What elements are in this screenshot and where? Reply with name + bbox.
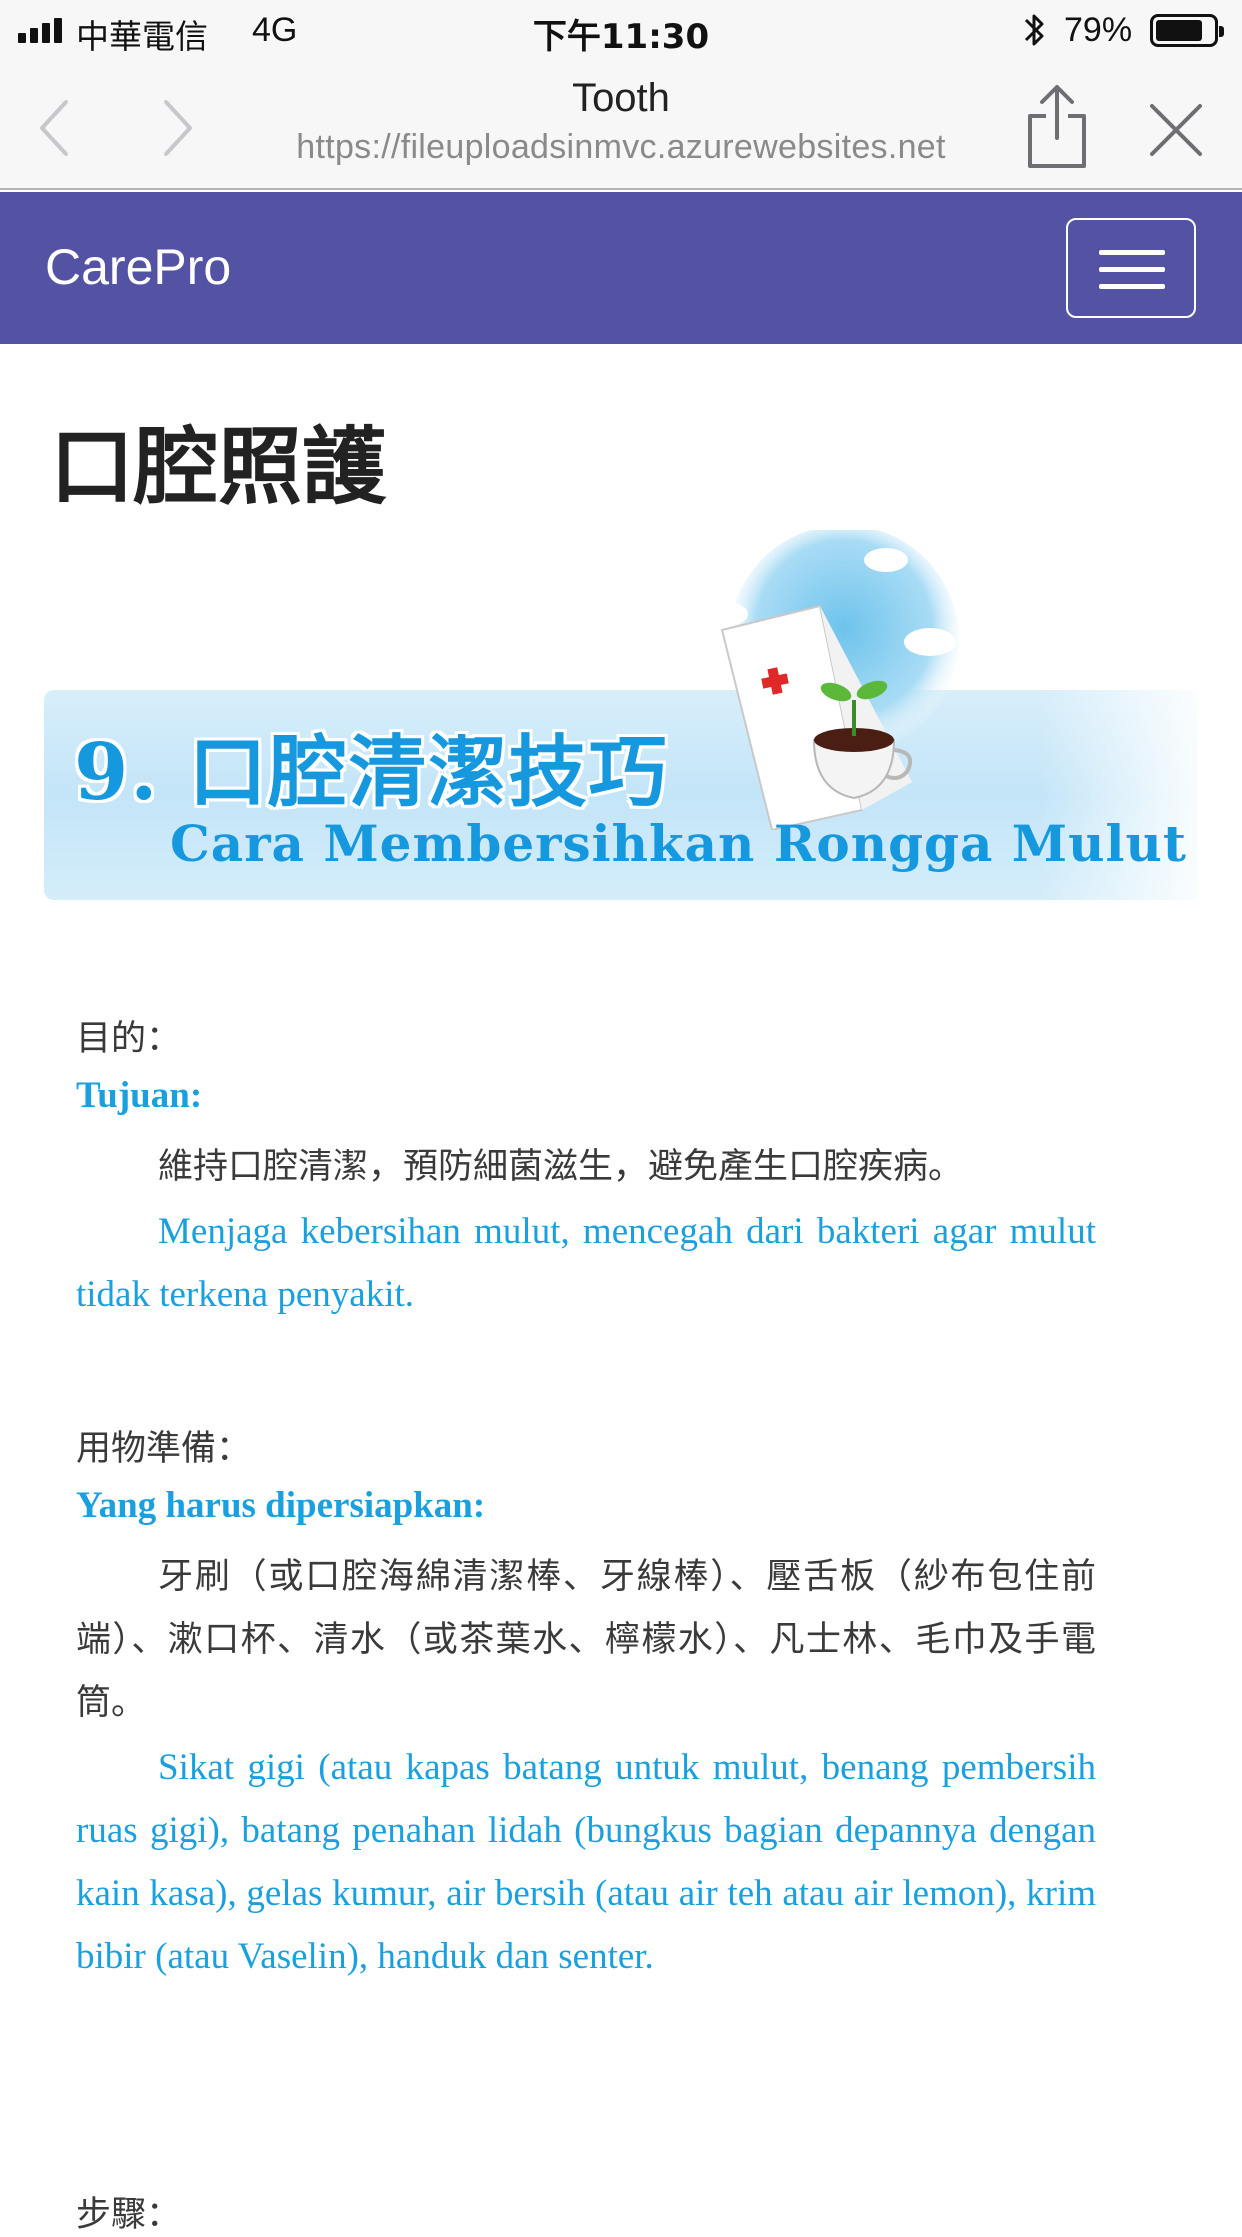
- section-banner: 9. 口腔清潔技巧 Cara Membersihkan Rongga Mulut: [44, 530, 1198, 902]
- steps-label: 步驟：: [76, 2195, 182, 2235]
- battery-percent: 79%: [1064, 11, 1133, 49]
- supplies-label-zh: 用物準備：: [76, 1429, 252, 1469]
- supplies-label-id: Yang harus dipersiapkan:: [76, 1485, 486, 1526]
- browser-toolbar: Tooth https://fileuploadsinmvc.azurewebs…: [0, 62, 1242, 190]
- purpose-text-zh: 維持口腔清潔，預防細菌滋生，避免產生口腔疾病。: [158, 1147, 964, 1187]
- supplies-text-zh: 牙刷（或口腔海綿清潔棒、牙線棒）、壓舌板（紗布包住前端）、漱口杯、清水（或茶葉水…: [76, 1557, 1096, 1723]
- brand-logo[interactable]: CarePro: [45, 238, 231, 296]
- bluetooth-icon: [1024, 14, 1044, 46]
- status-time: 下午11:30: [532, 17, 710, 57]
- tea-cup-illustration: [704, 530, 959, 830]
- hamburger-icon[interactable]: [1066, 218, 1196, 318]
- purpose-label-id: Tujuan:: [76, 1075, 203, 1116]
- close-icon[interactable]: [1148, 102, 1204, 158]
- status-bar: 中華電信 4G 下午11:30 79%: [0, 0, 1242, 62]
- supplies-text-id: Sikat gigi (atau kapas batang untuk mulu…: [76, 1747, 1096, 1977]
- app-navbar: CarePro: [0, 192, 1242, 344]
- banner-title: 9. 口腔清潔技巧: [74, 727, 669, 818]
- share-icon[interactable]: [1024, 82, 1090, 172]
- purpose-text-id: Menjaga kebersihan mulut, mencegah dari …: [76, 1211, 1096, 1315]
- banner-subtitle: Cara Membersihkan Rongga Mulut: [170, 814, 1187, 873]
- page-title: 口腔照護: [50, 418, 387, 516]
- purpose-label-zh: 目的：: [76, 1019, 182, 1059]
- battery-icon: [1150, 14, 1224, 47]
